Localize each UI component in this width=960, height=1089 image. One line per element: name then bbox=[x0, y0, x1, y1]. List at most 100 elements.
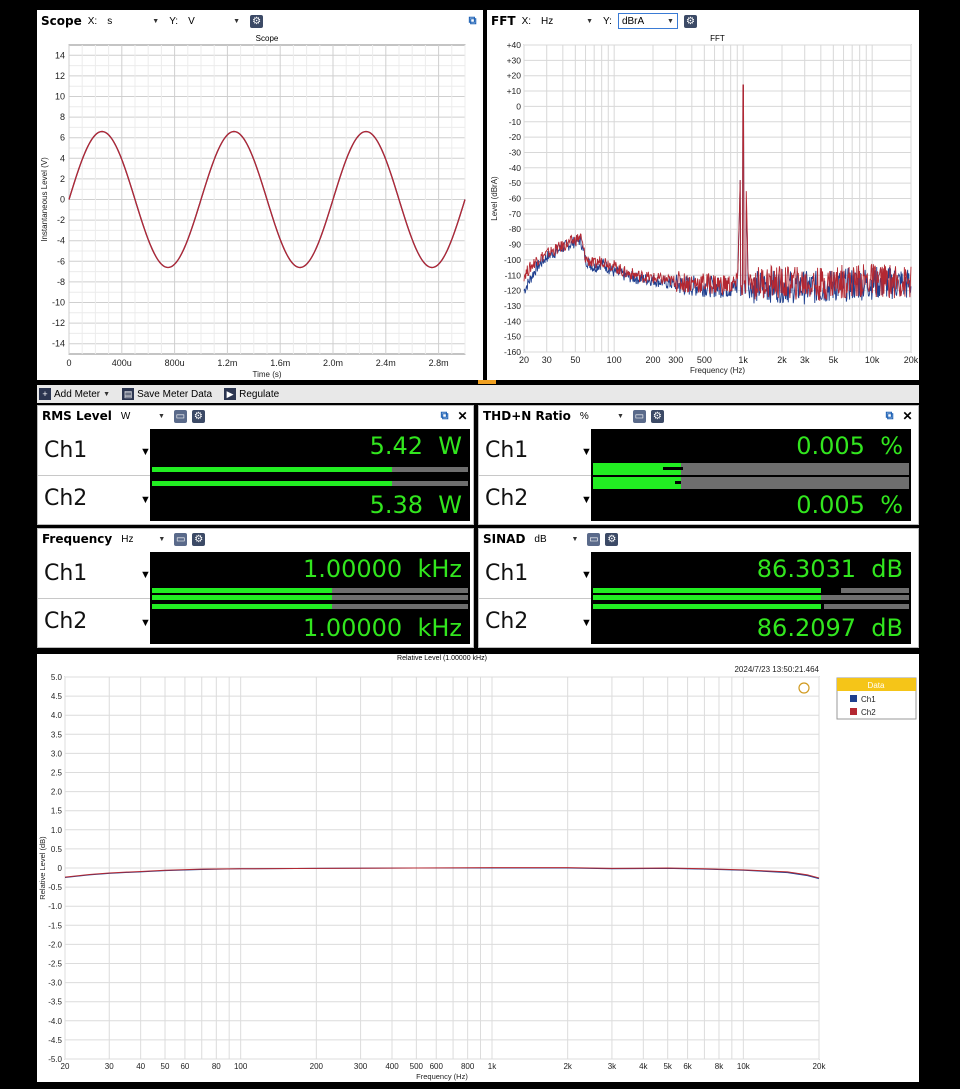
gear-icon[interactable]: ⚙ bbox=[650, 409, 664, 423]
y-tick-label: 12 bbox=[55, 71, 65, 81]
sinad-ch2-bar-marker bbox=[820, 604, 824, 609]
y-tick-label: -10 bbox=[509, 117, 522, 127]
regulate-button[interactable]: ▶ Regulate bbox=[224, 388, 279, 400]
rms-ch2-label: Ch2 bbox=[44, 486, 88, 511]
chevron-down-icon: ▼ bbox=[158, 535, 166, 543]
regulate-label: Regulate bbox=[239, 388, 280, 400]
y-tick-label: -4 bbox=[57, 236, 65, 246]
sinad-ch2-value: 86.2097 bbox=[756, 614, 857, 642]
freq-ch1-bar-2-fill bbox=[152, 595, 333, 600]
sinad-ch1-label: Ch1 bbox=[485, 561, 529, 586]
fft-y-unit-select[interactable]: dBrA ▼ bbox=[617, 13, 678, 29]
popout-icon[interactable]: ⧉ bbox=[466, 15, 479, 28]
x-tick-label: 50 bbox=[570, 355, 580, 365]
y-tick-label: -40 bbox=[509, 163, 522, 173]
freq-unit: Hz bbox=[121, 533, 134, 545]
rms-ch1-value: 5.42 bbox=[369, 432, 423, 460]
sinad-title: SINAD bbox=[483, 532, 526, 546]
gear-icon[interactable]: ⚙ bbox=[605, 532, 619, 546]
legend-entry-ch2: Ch2 bbox=[861, 708, 876, 717]
y-tick-label: -4.5 bbox=[48, 1036, 62, 1045]
settings-dropdown-icon[interactable]: ▭ bbox=[587, 532, 601, 546]
scope-y-unit: V bbox=[188, 15, 195, 27]
y-tick-label: +10 bbox=[507, 86, 522, 96]
y-tick-label: 2 bbox=[60, 174, 65, 184]
y-tick-label: -6 bbox=[57, 256, 65, 266]
x-tick-label: 2.8m bbox=[429, 358, 449, 368]
x-tick-label: 2k bbox=[777, 355, 787, 365]
settings-dropdown-icon[interactable]: ▭ bbox=[632, 409, 646, 423]
gear-icon[interactable]: ⚙ bbox=[192, 532, 206, 546]
gear-icon[interactable]: ⚙ bbox=[683, 14, 697, 28]
sinad-ch2-bar-fill bbox=[593, 604, 821, 609]
thdn-ch2-label: Ch2 bbox=[485, 486, 529, 511]
fft-chart: FFT +40 +30 +20 +10 0 -10 -20 -30 -40 -50 -60 -70 -80… bbox=[490, 34, 919, 375]
y-tick-label: +30 bbox=[507, 55, 522, 65]
sinad-unit-select[interactable]: dB ▼ bbox=[530, 531, 582, 547]
thdn-ch1-readout: 0.005 % bbox=[796, 432, 903, 460]
chevron-down-icon: ▼ bbox=[667, 17, 674, 25]
freq-ch1-unit: kHz bbox=[417, 555, 462, 583]
x-tick-label: 100 bbox=[607, 355, 622, 365]
scope-panel: Scope X: s ▼ Y: V ▼ ⚙ ⧉ Scope 14 12 10 8 6 4 2 0 -2… bbox=[37, 10, 483, 380]
chevron-down-icon: ▼ bbox=[152, 17, 160, 25]
y-tick-label: 0.5 bbox=[51, 845, 63, 854]
freq-unit-select[interactable]: Hz ▼ bbox=[117, 531, 169, 547]
freq-title: Frequency bbox=[42, 532, 113, 546]
popout-icon[interactable]: ⧉ bbox=[438, 410, 451, 423]
sinad-meter: SINAD dB ▼ ▭ ⚙ Ch1 ▼ Ch2 ▼ 86.3031 dB 86.… bbox=[478, 528, 919, 648]
legend-swatch-ch1 bbox=[850, 695, 857, 702]
plus-icon: + bbox=[39, 388, 51, 400]
y-tick-label: -3.0 bbox=[48, 979, 62, 988]
y-axis-label: Instantaneous Level (V) bbox=[40, 157, 49, 242]
thdn-unit-select[interactable]: % ▼ bbox=[576, 408, 628, 424]
splitter-handle[interactable] bbox=[478, 380, 496, 384]
x-tick-label: 200 bbox=[310, 1062, 324, 1071]
x-tick-label: 80 bbox=[212, 1062, 221, 1071]
thdn-ratio-meter: THD+N Ratio % ▼ ▭ ⚙ ⧉ ✕ Ch1 ▼ Ch2 ▼ 0.005… bbox=[478, 405, 919, 525]
gear-icon[interactable]: ⚙ bbox=[250, 14, 264, 28]
scope-y-unit-select[interactable]: V ▼ bbox=[184, 13, 244, 29]
scope-x-label: X: bbox=[87, 15, 98, 27]
sinad-ch1-bar-fill bbox=[593, 588, 821, 593]
add-meter-button[interactable]: + Add Meter ▼ bbox=[39, 388, 110, 400]
gear-icon[interactable]: ⚙ bbox=[191, 409, 205, 423]
sinad-ch1-value: 86.3031 bbox=[756, 555, 857, 583]
chevron-down-icon: ▼ bbox=[571, 535, 579, 543]
freq-ch1-label: Ch1 bbox=[44, 561, 88, 586]
scope-chart: Scope14121086420-2-4-6-8-10-12-140 400u 80… bbox=[40, 34, 466, 379]
thdn-ch1-bar-marker bbox=[662, 467, 683, 470]
close-icon[interactable]: ✕ bbox=[901, 409, 914, 423]
settings-dropdown-icon[interactable]: ▭ bbox=[173, 409, 187, 423]
y-tick-label: +20 bbox=[507, 71, 522, 81]
y-tick-label: 1.0 bbox=[51, 826, 63, 835]
rms-unit-select[interactable]: W ▼ bbox=[117, 408, 169, 424]
x-tick-label: 200 bbox=[645, 355, 660, 365]
y-tick-label: -30 bbox=[509, 147, 522, 157]
y-tick-label: -120 bbox=[504, 286, 521, 296]
save-meter-data-button[interactable]: ▤ Save Meter Data bbox=[122, 388, 212, 400]
divider bbox=[38, 598, 150, 599]
fft-title: FFT bbox=[491, 14, 516, 28]
y-tick-label: 5.0 bbox=[51, 673, 63, 682]
x-tick-label: 8k bbox=[715, 1062, 724, 1071]
chart-title: FFT bbox=[710, 34, 725, 43]
close-icon[interactable]: ✕ bbox=[456, 409, 469, 423]
settings-dropdown-icon[interactable]: ▭ bbox=[174, 532, 188, 546]
y-tick-label: 4 bbox=[60, 153, 65, 163]
rms-title: RMS Level bbox=[42, 409, 112, 423]
freq-ch2-readout: 1.00000 kHz bbox=[303, 614, 462, 642]
chevron-down-icon: ▼ bbox=[103, 390, 111, 398]
relative-level-panel: Relative Level (1.00000 kHz) 2024/7/23 13… bbox=[37, 654, 919, 1082]
fft-x-unit-select[interactable]: Hz ▼ bbox=[537, 13, 597, 29]
x-tick-label: 60 bbox=[180, 1062, 189, 1071]
chart-title: Relative Level (1.00000 kHz) bbox=[397, 655, 487, 662]
popout-icon[interactable]: ⧉ bbox=[883, 410, 896, 423]
fft-panel: FFT X: Hz ▼ Y: dBrA ▼ ⚙ FFT +40 +30 +20 +10 0 -1… bbox=[487, 10, 919, 380]
scope-x-unit-select[interactable]: s ▼ bbox=[103, 13, 163, 29]
play-icon: ▶ bbox=[224, 388, 237, 400]
y-tick-label: 0 bbox=[60, 195, 65, 205]
x-tick-label: 300 bbox=[354, 1062, 368, 1071]
y-tick-label: 4.0 bbox=[51, 711, 63, 720]
sinad-ch2-label: Ch2 bbox=[485, 609, 529, 634]
